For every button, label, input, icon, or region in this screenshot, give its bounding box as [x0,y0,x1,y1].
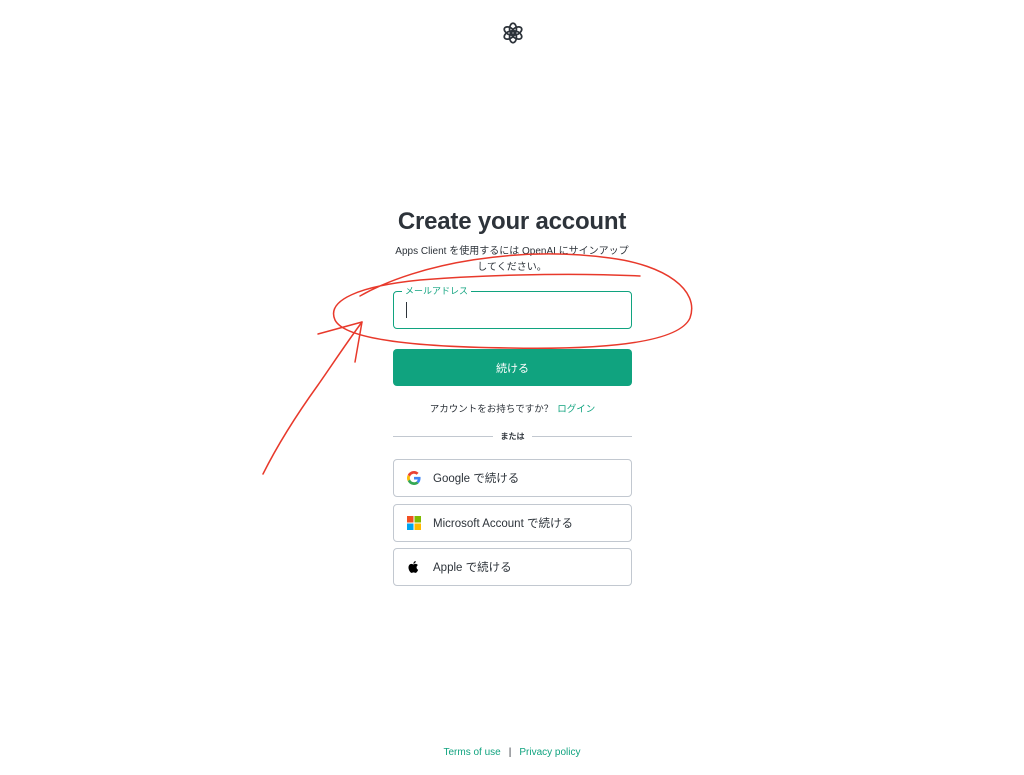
microsoft-icon [407,516,421,530]
terms-link[interactable]: Terms of use [444,747,501,758]
signup-page: Create your account Apps Client を使用するには … [0,0,1024,775]
annotation-arrow [262,321,363,475]
email-input[interactable] [395,293,630,327]
apple-continue-button[interactable]: Apple で続ける [393,548,632,586]
login-prompt-text: アカウントをお持ちですか？ [429,404,554,415]
login-prompt-row: アカウントをお持ちですか？ ログイン [393,401,632,415]
apple-continue-label: Apple で続ける [433,562,512,574]
microsoft-continue-label: Microsoft Account で続ける [433,518,573,530]
text-caret [406,302,407,318]
footer: Terms of use | Privacy policy [312,747,712,758]
page-title: Create your account [397,208,627,235]
google-icon [407,471,421,485]
microsoft-continue-button[interactable]: Microsoft Account で続ける [393,504,632,542]
divider-text: または [500,432,525,441]
footer-separator: | [508,747,512,758]
annotation-arrowhead [317,321,363,363]
divider-line-right [532,436,632,437]
email-field[interactable]: メールアドレス [393,285,632,329]
openai-logo-icon [503,22,523,44]
divider-line-left [393,436,493,437]
login-link[interactable]: ログイン [557,404,595,415]
apple-icon [408,561,419,573]
subtitle-line-1: Apps Client を使用するには OpenAI にサインアップ [395,246,629,257]
google-continue-button[interactable]: Google で続ける [393,459,632,497]
annotation-overlay [262,253,693,475]
subtitle-line-2: してください。 [477,262,547,273]
continue-button[interactable]: 続ける [393,349,632,386]
or-divider: または [393,431,632,443]
google-continue-label: Google で続ける [433,473,520,485]
privacy-link[interactable]: Privacy policy [519,747,580,758]
page-subtitle: Apps Client を使用するには OpenAI にサインアップ してくださ… [392,244,632,276]
